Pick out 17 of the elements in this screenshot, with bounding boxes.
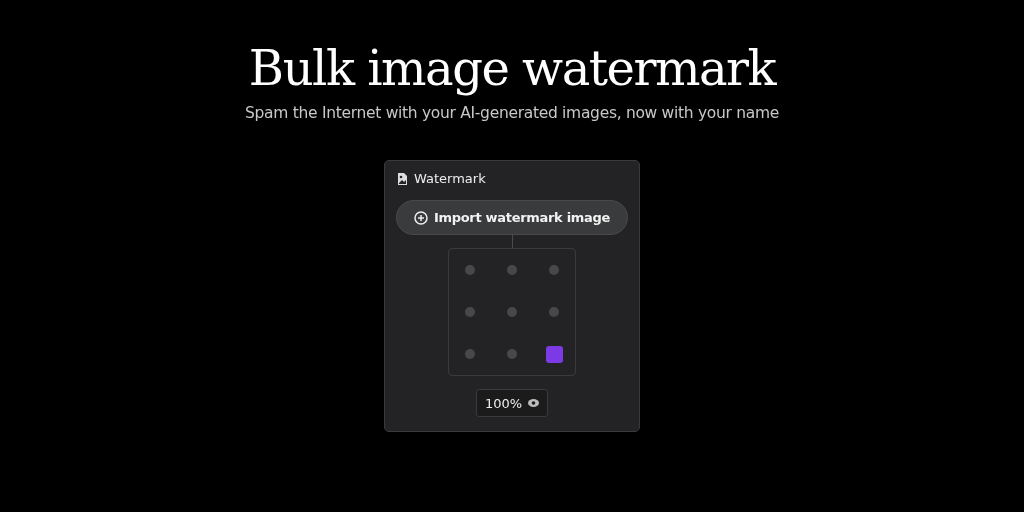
page-subtitle: Spam the Internet with your AI-generated images, now with your name xyxy=(245,104,779,122)
panel-title: Watermark xyxy=(414,171,486,186)
position-option[interactable] xyxy=(549,265,559,275)
position-option[interactable] xyxy=(507,265,517,275)
import-button[interactable]: Import watermark image xyxy=(396,200,628,235)
position-option[interactable] xyxy=(465,307,475,317)
eye-icon xyxy=(528,399,540,407)
page-title: Bulk image watermark xyxy=(248,39,776,98)
position-option[interactable] xyxy=(549,307,559,317)
position-option[interactable] xyxy=(507,349,517,359)
opacity-field[interactable]: 100% xyxy=(475,389,549,417)
position-option[interactable] xyxy=(465,265,475,275)
position-option[interactable] xyxy=(545,345,563,363)
plus-circle-icon xyxy=(413,210,428,225)
position-option[interactable] xyxy=(507,307,517,317)
position-option[interactable] xyxy=(465,349,475,359)
image-file-icon xyxy=(397,172,408,185)
